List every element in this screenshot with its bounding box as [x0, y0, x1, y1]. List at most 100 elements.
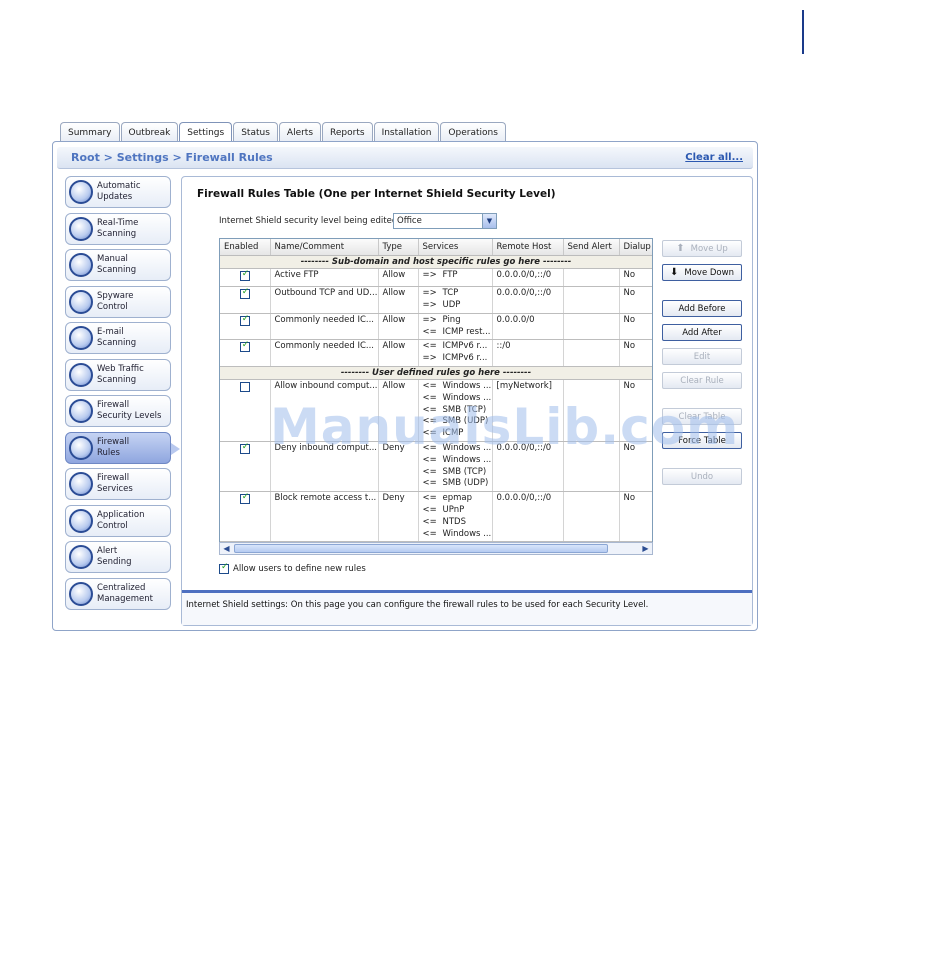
clear-all-link[interactable]: Clear all...: [685, 152, 743, 163]
horizontal-scrollbar[interactable]: ◀ ▶: [219, 542, 653, 555]
firewall-levels-icon: [69, 399, 93, 423]
dialup: No: [619, 268, 652, 288]
tab-alerts[interactable]: Alerts: [278, 122, 322, 142]
rule-services: => FTP: [418, 268, 493, 288]
service-item: <= NTDS: [423, 517, 488, 529]
table-row[interactable]: Block remote access t...Deny<= epmap <= UPn…: [220, 491, 652, 543]
scroll-thumb[interactable]: [234, 544, 608, 553]
email-icon: [69, 326, 93, 350]
enabled-checkbox[interactable]: [239, 442, 250, 455]
service-item: <= UPnP: [423, 505, 488, 517]
rule-name: Commonly needed IC...: [270, 313, 379, 341]
direction-icon: =>: [422, 314, 437, 325]
security-level-select[interactable]: Office ▼: [393, 213, 497, 229]
column-header-services[interactable]: Services: [418, 239, 493, 256]
column-header-enabled[interactable]: Enabled: [220, 239, 271, 256]
chevron-down-icon[interactable]: ▼: [482, 214, 496, 228]
direction-icon: <=: [422, 466, 437, 477]
allow-users-option[interactable]: Allow users to define new rules: [219, 562, 366, 574]
enabled-checkbox[interactable]: [239, 382, 250, 393]
remote-host: ::/0: [492, 339, 564, 368]
table-row[interactable]: Commonly needed IC...Allow<=ICMPv6 r...=…: [220, 339, 652, 368]
sidebar-item-web-traffic-scanning[interactable]: Web Traffic Scanning: [65, 358, 171, 391]
tab-reports[interactable]: Reports: [322, 122, 373, 142]
sidebar-item-firewall-security-levels[interactable]: Firewall Security Levels: [65, 395, 171, 427]
enabled-checkbox[interactable]: [239, 287, 250, 300]
sidebar-item-label: Alert Sending: [97, 546, 132, 567]
allow-users-checkbox[interactable]: [219, 562, 229, 574]
tab-summary[interactable]: Summary: [60, 122, 120, 142]
column-header-remote-host[interactable]: Remote Host: [492, 239, 564, 256]
sidebar-item-firewall-rules[interactable]: Firewall Rules: [65, 431, 180, 464]
service-item: => TCP: [423, 288, 488, 300]
info-text: Internet Shield settings: On this page y…: [186, 600, 649, 610]
service-item: => Ping: [423, 315, 488, 327]
tab-outbreak[interactable]: Outbreak: [120, 122, 179, 142]
breadcrumb[interactable]: Root > Settings > Firewall Rules: [71, 151, 273, 164]
direction-icon: <=: [422, 326, 437, 337]
sidebar-item-spyware-control[interactable]: Spyware Control: [65, 285, 171, 318]
sidebar-item-e-mail-scanning[interactable]: E-mail Scanning: [65, 322, 171, 354]
enabled-checkbox[interactable]: [239, 340, 250, 353]
service-name: Windows ...: [442, 454, 492, 465]
column-header-type[interactable]: Type: [378, 239, 419, 256]
undo-button[interactable]: Undo: [662, 468, 742, 485]
sidebar-item-label: Firewall Services: [97, 473, 133, 494]
service-item: <= Windows ...: [423, 455, 492, 467]
sidebar-item-automatic-updates[interactable]: Automatic Updates: [65, 176, 171, 208]
sidebar-item-label: E-mail Scanning: [97, 327, 137, 348]
add-after-button[interactable]: Add After: [662, 324, 742, 341]
rule-services: => TCP => UDP: [418, 286, 493, 314]
separator-text: -------- User defined rules go here ----…: [220, 366, 652, 381]
service-name: ICMPv6 r...: [442, 353, 488, 364]
move-up-button[interactable]: ⬆ Move Up: [662, 240, 742, 257]
direction-icon: =>: [422, 353, 437, 364]
column-header-name-comment[interactable]: Name/Comment: [270, 239, 379, 256]
service-name: SMB (UDP): [442, 478, 489, 489]
table-row[interactable]: Commonly needed IC...Allow=> Ping <= ICMP r…: [220, 313, 652, 341]
scroll-right-icon[interactable]: ▶: [639, 543, 652, 554]
move-down-button[interactable]: ⬇ Move Down: [662, 264, 742, 281]
direction-icon: <=: [422, 478, 437, 489]
manual-scan-icon: [69, 253, 93, 277]
allow-users-label: Allow users to define new rules: [233, 564, 366, 574]
rule-type: Deny: [378, 491, 419, 543]
column-header-dialup[interactable]: Dialup: [619, 239, 652, 256]
sidebar-item-centralized-management[interactable]: Centralized Management: [65, 577, 171, 610]
scroll-left-icon[interactable]: ◀: [220, 543, 233, 554]
clear-rule-button[interactable]: Clear Rule: [662, 372, 742, 389]
edit-button[interactable]: Edit: [662, 348, 742, 365]
column-header-send-alert[interactable]: Send Alert: [563, 239, 620, 256]
tab-bar: Summary Outbreak Settings Status Alerts Repor…: [60, 122, 507, 143]
service-item: <= ICMPv6 r...: [423, 341, 488, 353]
service-item: <= epmap: [423, 493, 488, 505]
enabled-checkbox[interactable]: [239, 269, 250, 281]
sidebar-item-alert-sending[interactable]: Alert Sending: [65, 541, 171, 573]
enabled-checkbox[interactable]: [239, 314, 250, 326]
sidebar-item-label: Application Control: [97, 509, 145, 531]
tab-status[interactable]: Status: [233, 122, 278, 142]
sidebar-item-real-time-scanning[interactable]: Real-Time Scanning: [65, 212, 171, 245]
remote-host: 0.0.0.0/0,::/0: [492, 286, 564, 314]
sidebar-item-manual-scanning[interactable]: Manual Scanning: [65, 249, 171, 281]
sidebar-item-firewall-services[interactable]: Firewall Services: [65, 468, 171, 500]
sidebar-item-label: Automatic Updates: [97, 181, 141, 202]
firewall-services-icon: [69, 472, 93, 496]
service-name: epmap: [442, 493, 473, 504]
enabled-cell: [220, 286, 271, 314]
page-margin-bar: [802, 10, 804, 54]
tab-operations[interactable]: Operations: [440, 122, 506, 142]
info-bar: Internet Shield settings: On this page y…: [182, 590, 752, 625]
sidebar-item-application-control[interactable]: Application Control: [65, 504, 171, 537]
tab-settings[interactable]: Settings: [179, 122, 233, 143]
service-item: => ICMPv6 r...: [423, 353, 488, 365]
enabled-checkbox[interactable]: [239, 492, 250, 505]
enabled-cell: [220, 491, 271, 543]
rule-type: Allow: [378, 339, 419, 368]
table-row[interactable]: Active FTPAllow=> FTP 0.0.0.0/0,::/0 No: [220, 268, 652, 288]
tab-installation[interactable]: Installation: [373, 122, 440, 142]
dialup: No: [619, 491, 652, 543]
service-item: <= SMB (TCP): [423, 467, 488, 479]
table-row[interactable]: Outbound TCP and UD...Allow=> TCP => UDP 0.0…: [220, 286, 652, 314]
add-before-button[interactable]: Add Before: [662, 300, 742, 317]
